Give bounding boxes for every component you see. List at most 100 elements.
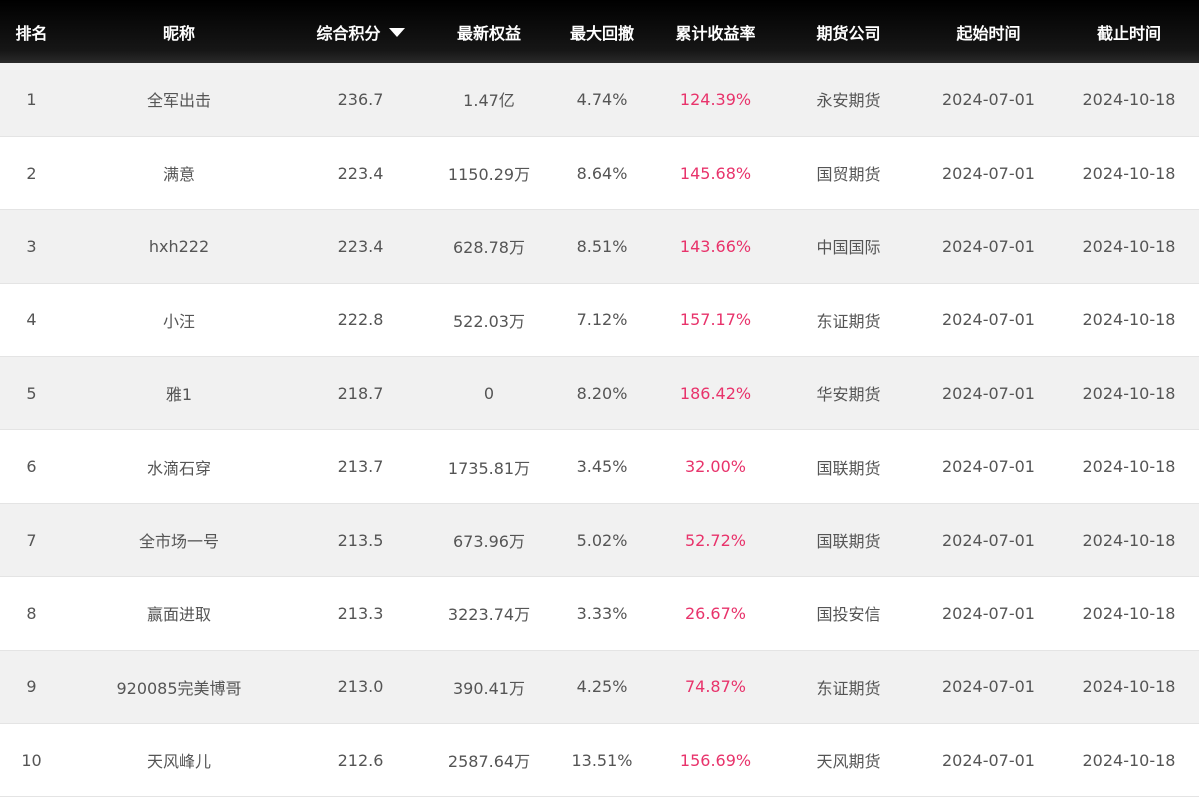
cell-rank: 9 [26,677,37,697]
cell-end-date: 2024-10-18 [1082,530,1176,550]
header-rank[interactable]: 排名 [0,0,63,63]
cell-score: 213.5 [337,530,384,550]
table-row[interactable]: 9 920085完美博哥 213.0 390.41万 4.25% 74.87% 东证期货 20… [0,650,1199,724]
cell-score: 213.3 [337,603,384,623]
cell-score: 236.7 [337,89,384,109]
cell-nickname: 全军出击 [63,63,295,137]
cell-company: 天风期货 [816,752,881,772]
table-row[interactable]: 4 小汪 222.8 522.03万 7.12% 157.17% 东证期货 2024-07-0… [0,283,1199,357]
cell-rank: 7 [26,530,37,550]
table-row[interactable]: 3 hxh222 223.4 628.78万 8.51% 143.66% 中国国际 2024-… [0,209,1199,284]
cell-company: 中国国际 [816,238,881,258]
cell-drawdown: 8.64% [576,163,628,183]
cell-end-date: 2024-10-18 [1082,677,1176,697]
header-start[interactable]: 起始时间 [918,0,1059,63]
cell-start-date: 2024-07-01 [942,530,1035,550]
cell-return: 32.00% [684,457,746,477]
cell-drawdown: 7.12% [576,310,628,330]
cell-end-date: 2024-10-18 [1082,383,1176,403]
cell-start-date: 2024-07-01 [942,163,1035,183]
header-score-label: 综合积分 [316,23,381,43]
cell-start-date: 2024-07-01 [942,236,1035,256]
cell-rank: 3 [26,236,37,256]
cell-company: 国贸期货 [816,165,881,185]
table-row[interactable]: 5 雅1 218.7 0 8.20% 186.42% 华安期货 2024-07-01 2024-… [0,356,1199,430]
cell-score: 213.0 [337,677,384,697]
cell-equity: 628.78万 [453,238,525,258]
cell-nickname: 天风峰儿 [146,752,211,772]
cell-rank: 10 [21,750,42,770]
cell-drawdown: 3.33% [576,603,628,623]
cell-return: 74.87% [684,677,746,697]
sort-desc-icon [388,27,405,37]
cell-return: 157.17% [679,310,752,330]
cell-nickname: 全市场一号 [63,503,295,577]
header-score[interactable]: 综合积分 [295,0,426,63]
cell-end-date: 2024-10-18 [1082,750,1176,770]
cell-start-date: 2024-07-01 [942,89,1035,109]
cell-nickname: hxh222 [63,209,295,284]
cell-rank: 2 [26,163,37,183]
cell-nickname: 雅1 [63,356,295,430]
cell-rank: 6 [26,457,37,477]
header-equity[interactable]: 最新权益 [426,0,552,63]
header-return[interactable]: 累计收益率 [652,0,779,63]
cell-score: 223.4 [337,236,384,256]
table-row[interactable]: 2 满意 223.4 1150.29万 8.64% 145.68% 国贸期货 2024-07-… [0,136,1199,210]
cell-nickname: 赢面进取 [146,605,211,625]
cell-equity: 1735.81万 [447,458,531,478]
cell-score: 212.6 [337,750,384,770]
table-row[interactable]: 10 天风峰儿 212.6 2587.64万 13.51% 156.69% 天风期货 2024… [0,723,1199,797]
header-row: 排名 昵称 综合积分 最新权益 最大回撤 累计收益率 期货公司 起始时间 截止时… [0,0,1199,63]
cell-nickname: 满意 [162,165,195,185]
cell-rank: 1 [26,89,37,109]
cell-drawdown: 3.45% [576,457,628,477]
cell-end-date: 2024-10-18 [1082,236,1176,256]
cell-start-date: 2024-07-01 [942,677,1035,697]
cell-equity: 0 [483,383,495,403]
cell-equity: 390.41万 [453,678,525,698]
cell-score: 213.7 [337,457,384,477]
header-end[interactable]: 截止时间 [1059,0,1199,63]
header-nickname[interactable]: 昵称 [63,0,295,63]
table-header: 排名 昵称 综合积分 最新权益 最大回撤 累计收益率 期货公司 起始时间 截止时… [0,0,1199,63]
cell-company: 国投安信 [816,605,881,625]
cell-equity: 1150.29万 [447,165,531,185]
cell-start-date: 2024-07-01 [942,310,1035,330]
cell-rank: 4 [26,310,37,330]
cell-end-date: 2024-10-18 [1082,310,1176,330]
cell-end-date: 2024-10-18 [1082,163,1176,183]
cell-score: 218.7 [337,383,384,403]
cell-drawdown: 8.20% [576,383,628,403]
cell-drawdown: 8.51% [576,236,628,256]
cell-return: 186.42% [679,383,752,403]
cell-score: 223.4 [337,163,384,183]
cell-equity: 522.03万 [453,311,525,331]
cell-company: 国联期货 [816,532,881,552]
table-row[interactable]: 8 赢面进取 213.3 3223.74万 3.33% 26.67% 国投安信 2024-07… [0,576,1199,651]
cell-equity: 2587.64万 [447,752,531,772]
cell-drawdown: 5.02% [576,530,628,550]
cell-end-date: 2024-10-18 [1082,603,1176,623]
cell-return: 143.66% [679,236,752,256]
cell-nickname: 水滴石穿 [146,458,211,478]
cell-company: 永安期货 [816,91,881,111]
header-drawdown[interactable]: 最大回撤 [552,0,652,63]
table-body: 1 全军出击 236.7 1.47亿 4.74% 124.39% 永安期货 2024-07-0… [0,63,1199,797]
header-company[interactable]: 期货公司 [779,0,918,63]
cell-company: 东证期货 [816,678,881,698]
table-row[interactable]: 1 全军出击 236.7 1.47亿 4.74% 124.39% 永安期货 2024-07-0… [0,63,1199,137]
cell-equity: 1.47亿 [463,91,515,111]
cell-company: 东证期货 [816,311,881,331]
cell-equity: 3223.74万 [447,605,531,625]
cell-drawdown: 4.25% [576,677,628,697]
cell-return: 145.68% [679,163,752,183]
table-row[interactable]: 7 全市场一号 213.5 673.96万 5.02% 52.72% 国联期货 2024-07… [0,503,1199,577]
cell-return: 26.67% [684,603,746,623]
table-row[interactable]: 6 水滴石穿 213.7 1735.81万 3.45% 32.00% 国联期货 2024-07… [0,429,1199,504]
cell-score: 222.8 [337,310,384,330]
cell-end-date: 2024-10-18 [1082,89,1176,109]
cell-company: 华安期货 [816,385,881,405]
cell-drawdown: 4.74% [576,89,628,109]
cell-start-date: 2024-07-01 [942,383,1035,403]
